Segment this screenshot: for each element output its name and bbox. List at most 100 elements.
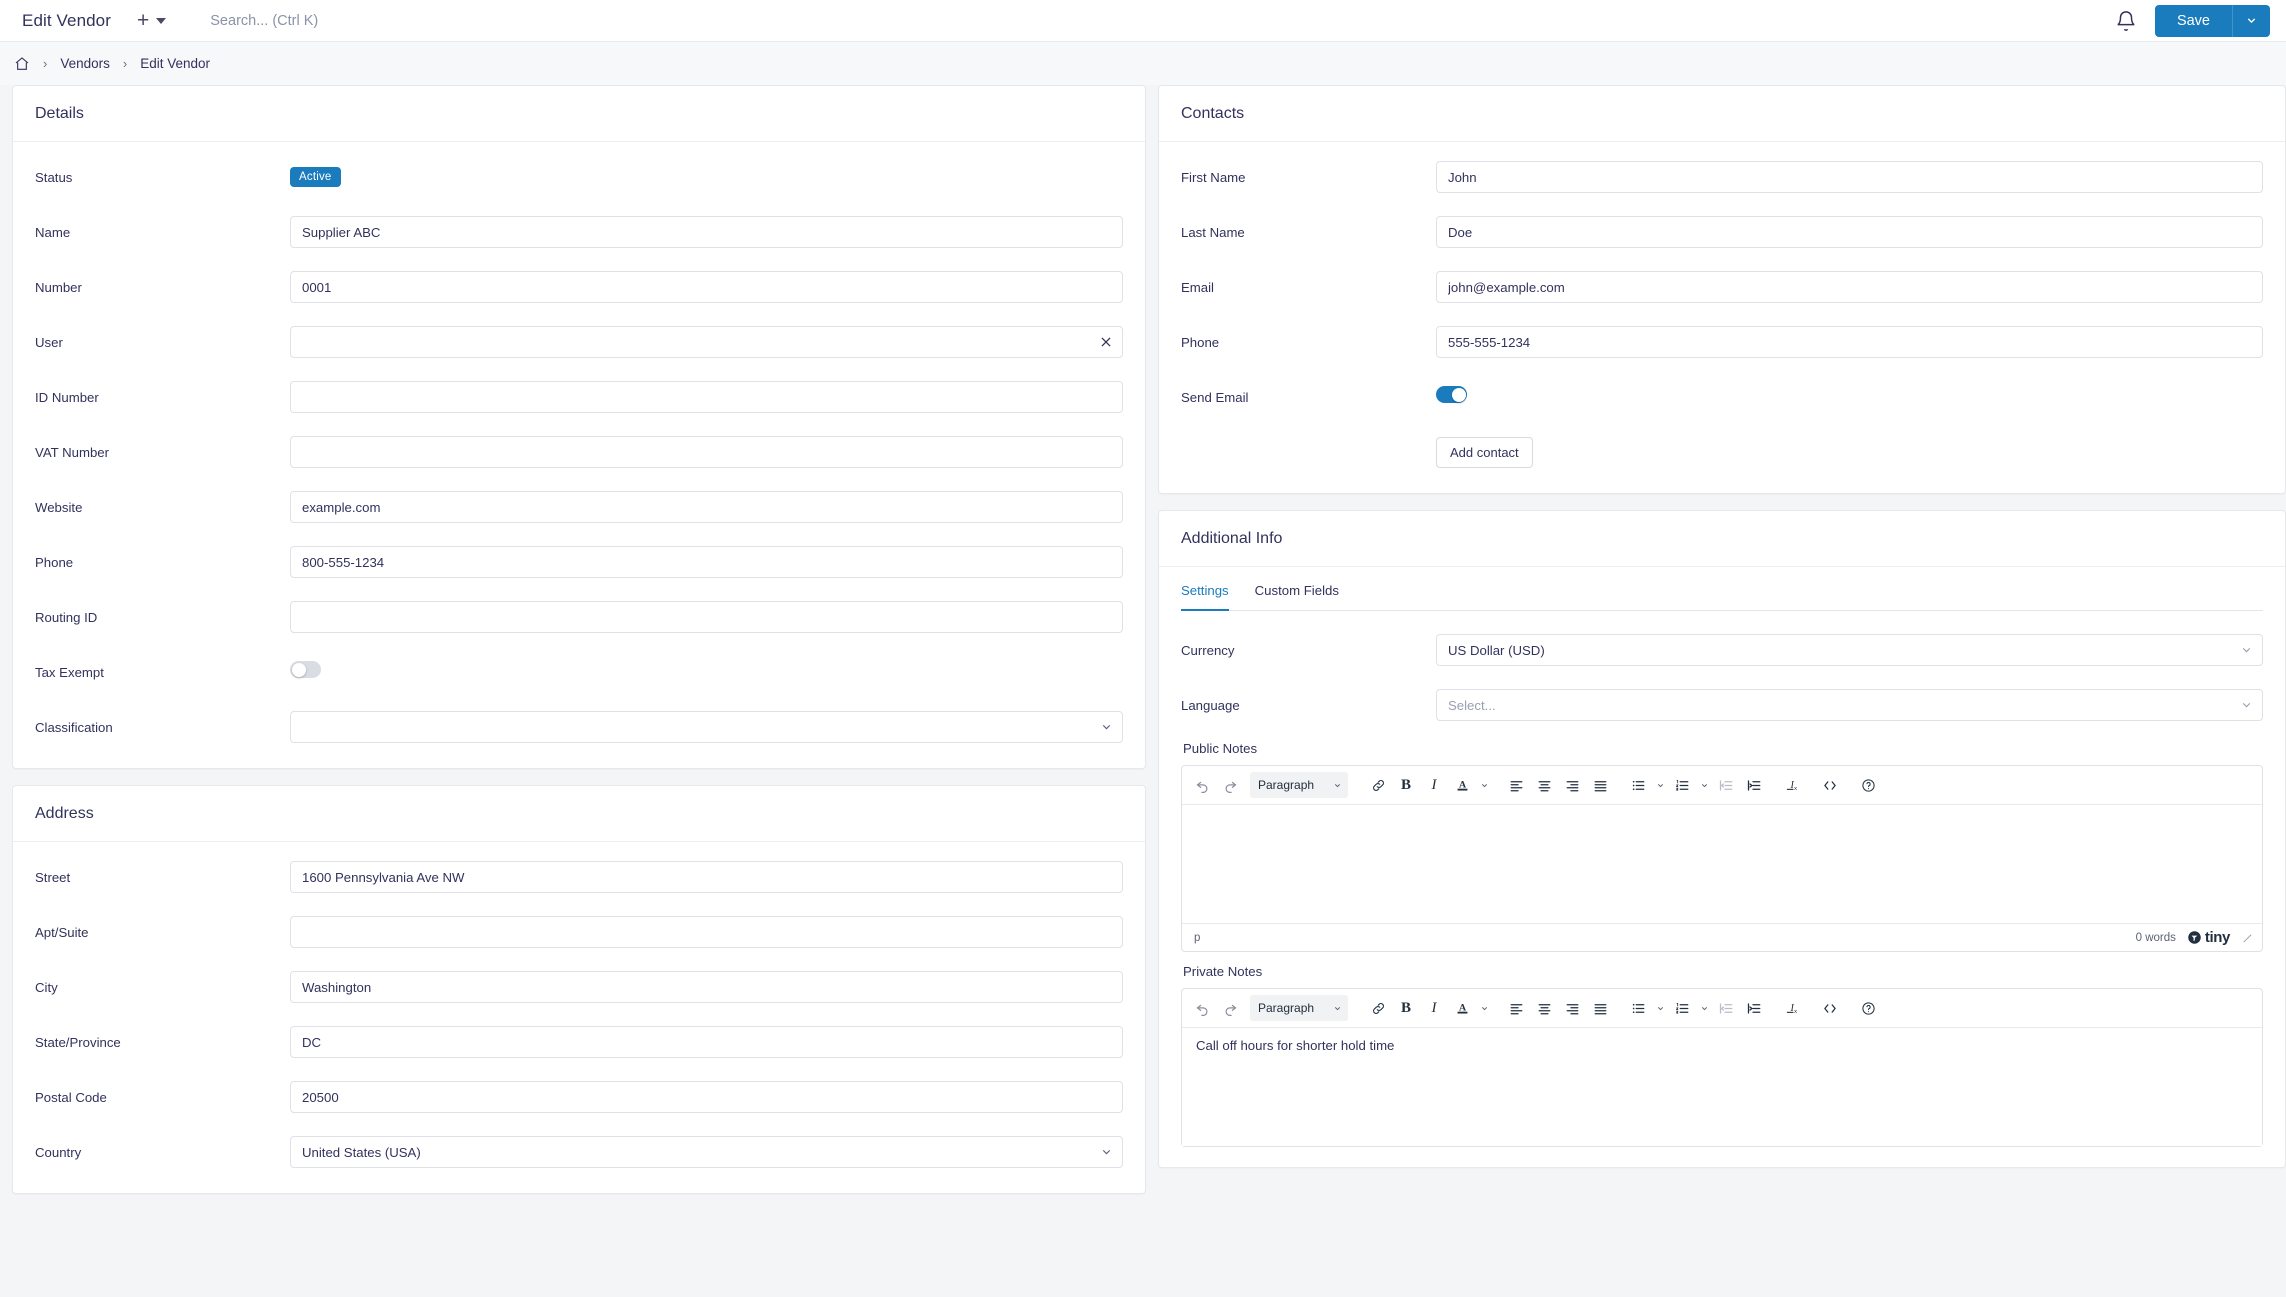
vat-number-input[interactable] <box>290 436 1123 468</box>
send-email-toggle[interactable] <box>1436 386 1467 403</box>
field-row-city: City <box>35 968 1123 1006</box>
help-icon[interactable] <box>1854 995 1882 1021</box>
address-card-header: Address <box>13 786 1145 842</box>
add-contact-button[interactable]: Add contact <box>1436 436 1533 468</box>
align-center-icon[interactable] <box>1530 772 1558 798</box>
help-icon[interactable] <box>1854 772 1882 798</box>
country-select[interactable] <box>290 1136 1123 1168</box>
source-code-icon[interactable] <box>1816 995 1844 1021</box>
apt-suite-label: Apt/Suite <box>35 924 89 940</box>
outdent-icon[interactable] <box>1712 772 1740 798</box>
search-input[interactable] <box>210 12 631 29</box>
redo-icon[interactable] <box>1216 772 1244 798</box>
state-province-input[interactable] <box>290 1026 1123 1058</box>
text-color-caret-icon[interactable] <box>1476 772 1492 798</box>
numbered-list-caret-icon[interactable] <box>1696 772 1712 798</box>
breadcrumb-item-vendors[interactable]: Vendors <box>60 56 110 71</box>
indent-icon[interactable] <box>1740 772 1768 798</box>
tinymce-logo[interactable]: tiny <box>2187 929 2230 946</box>
outdent-icon[interactable] <box>1712 995 1740 1021</box>
bold-icon[interactable]: B <box>1392 995 1420 1021</box>
email-input[interactable] <box>1436 271 2263 303</box>
city-input[interactable] <box>290 971 1123 1003</box>
additional-info-card-body: Settings Custom Fields Currency Language <box>1159 567 2285 1167</box>
tab-custom-fields[interactable]: Custom Fields <box>1255 583 1339 611</box>
undo-icon[interactable] <box>1188 772 1216 798</box>
top-bar: Edit Vendor + Save <box>0 0 2286 42</box>
classification-label: Classification <box>35 719 113 735</box>
language-select[interactable] <box>1436 689 2263 721</box>
align-right-icon[interactable] <box>1558 995 1586 1021</box>
tinymce-wordmark: tiny <box>2204 929 2230 946</box>
currency-label: Currency <box>1181 642 1235 658</box>
align-left-icon[interactable] <box>1502 995 1530 1021</box>
save-options-button[interactable] <box>2232 4 2270 37</box>
public-notes-content[interactable] <box>1182 805 2262 923</box>
breadcrumb-separator: › <box>43 56 48 71</box>
numbered-list-icon[interactable] <box>1668 995 1696 1021</box>
contact-phone-input[interactable] <box>1436 326 2263 358</box>
source-code-icon[interactable] <box>1816 772 1844 798</box>
bell-icon <box>2117 10 2135 31</box>
top-bar-actions: Save <box>2115 4 2270 37</box>
field-row-name: Name <box>35 213 1123 251</box>
align-justify-icon[interactable] <box>1586 995 1614 1021</box>
indent-icon[interactable] <box>1740 995 1768 1021</box>
bullet-list-icon[interactable] <box>1624 772 1652 798</box>
field-row-country: Country <box>35 1133 1123 1171</box>
italic-icon[interactable]: I <box>1420 772 1448 798</box>
user-input[interactable] <box>290 326 1123 358</box>
redo-icon[interactable] <box>1216 995 1244 1021</box>
format-select[interactable]: Paragraph <box>1250 995 1348 1021</box>
notifications-button[interactable] <box>2115 10 2137 32</box>
phone-input[interactable] <box>290 546 1123 578</box>
chevron-down-icon <box>1334 783 1341 787</box>
private-notes-section: Private Notes Paragraph B I A I x Call o… <box>1181 964 2263 1147</box>
link-icon[interactable] <box>1364 995 1392 1021</box>
breadcrumb-item-edit-vendor: Edit Vendor <box>140 56 211 71</box>
add-contact-control: Add contact <box>1436 436 2263 468</box>
apt-suite-input[interactable] <box>290 916 1123 948</box>
private-notes-content[interactable]: Call off hours for shorter hold time <box>1182 1028 2262 1146</box>
currency-select[interactable] <box>1436 634 2263 666</box>
undo-icon[interactable] <box>1188 995 1216 1021</box>
bullet-list-caret-icon[interactable] <box>1652 772 1668 798</box>
postal-code-input[interactable] <box>290 1081 1123 1113</box>
field-row-user: User <box>35 323 1123 361</box>
routing-id-input[interactable] <box>290 601 1123 633</box>
link-icon[interactable] <box>1364 772 1392 798</box>
align-right-icon[interactable] <box>1558 772 1586 798</box>
number-input[interactable] <box>290 271 1123 303</box>
classification-select[interactable] <box>290 711 1123 743</box>
text-color-icon[interactable]: A <box>1448 995 1476 1021</box>
tab-settings[interactable]: Settings <box>1181 583 1229 611</box>
format-select[interactable]: Paragraph <box>1250 772 1348 798</box>
home-icon[interactable] <box>14 56 30 72</box>
text-color-icon[interactable]: A <box>1448 772 1476 798</box>
align-left-icon[interactable] <box>1502 772 1530 798</box>
clear-formatting-icon[interactable]: I x <box>1778 995 1806 1021</box>
address-title: Address <box>35 805 94 822</box>
bullet-list-caret-icon[interactable] <box>1652 995 1668 1021</box>
save-button[interactable]: Save <box>2154 4 2232 37</box>
search-box[interactable] <box>210 12 2115 30</box>
add-new-button[interactable]: + <box>137 10 167 31</box>
street-input[interactable] <box>290 861 1123 893</box>
tax-exempt-toggle[interactable] <box>290 661 321 678</box>
bold-icon[interactable]: B <box>1392 772 1420 798</box>
resize-handle-icon[interactable] <box>2241 932 2252 943</box>
close-icon[interactable] <box>1099 335 1113 349</box>
italic-icon[interactable]: I <box>1420 995 1448 1021</box>
id-number-input[interactable] <box>290 381 1123 413</box>
align-justify-icon[interactable] <box>1586 772 1614 798</box>
numbered-list-caret-icon[interactable] <box>1696 995 1712 1021</box>
text-color-caret-icon[interactable] <box>1476 995 1492 1021</box>
clear-formatting-icon[interactable]: I x <box>1778 772 1806 798</box>
website-input[interactable] <box>290 491 1123 523</box>
last-name-input[interactable] <box>1436 216 2263 248</box>
numbered-list-icon[interactable] <box>1668 772 1696 798</box>
align-center-icon[interactable] <box>1530 995 1558 1021</box>
name-input[interactable] <box>290 216 1123 248</box>
bullet-list-icon[interactable] <box>1624 995 1652 1021</box>
first-name-input[interactable] <box>1436 161 2263 193</box>
